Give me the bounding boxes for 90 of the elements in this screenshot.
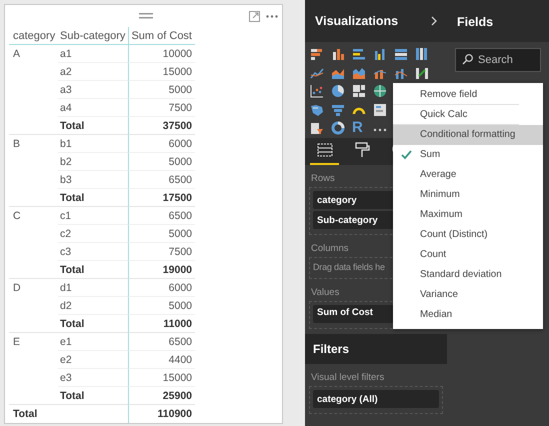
more-options-icon[interactable] — [266, 14, 278, 18]
search-icon — [462, 54, 473, 65]
table-cell: 6000 — [128, 135, 195, 153]
filters-title: Filters — [305, 334, 447, 364]
table-cell: 6500 — [128, 333, 195, 351]
filter-well[interactable]: category (All) — [313, 390, 439, 408]
table-cell-text: Total — [12, 407, 38, 422]
funnel-icon[interactable] — [331, 102, 345, 117]
table-cell: c3 — [58, 243, 128, 261]
table-cell: c1 — [58, 207, 128, 225]
table-cell: Total — [58, 315, 128, 333]
column-chart-icon[interactable] — [373, 47, 387, 62]
table-cell: c2 — [58, 225, 128, 243]
column-header[interactable]: category — [9, 27, 58, 45]
table-cell: b2 — [58, 153, 128, 171]
r-visual-tile[interactable]: R — [352, 121, 363, 136]
table-cell: Total — [58, 117, 128, 135]
table-cell: 19000 — [128, 261, 195, 279]
table-cell: e3 — [58, 369, 128, 387]
section-label: Rows — [311, 173, 335, 184]
slicer-icon[interactable] — [310, 121, 324, 136]
menu-item[interactable]: Variance — [393, 285, 543, 305]
table-cell: e1 — [58, 333, 128, 351]
table-cell: 5000 — [128, 225, 195, 243]
section-label: Values — [311, 286, 340, 298]
pie-chart-icon[interactable] — [331, 84, 345, 98]
table-cell: d2 — [58, 297, 128, 315]
table-cell-text: B — [12, 137, 22, 152]
chevron-right-icon[interactable] — [431, 16, 437, 26]
table-cell: 37500 — [128, 117, 195, 135]
bar-chart-icon[interactable] — [352, 47, 366, 62]
table-cell: 5000 — [128, 297, 195, 315]
section-label: Visual level filters — [311, 372, 384, 382]
column-header[interactable]: Sum of Cost — [128, 27, 195, 45]
menu-item[interactable]: Average — [393, 165, 543, 185]
table-cell: 11000 — [128, 315, 195, 333]
column-chart-icon[interactable] — [415, 47, 429, 62]
table-cell: 10000 — [128, 45, 195, 63]
search-field[interactable]: Search — [455, 48, 541, 72]
table-cell: 6000 — [128, 279, 195, 297]
table-cell: 5000 — [128, 81, 195, 99]
pane-title: Fields — [447, 0, 549, 42]
table-cell: Total — [58, 387, 128, 405]
table-cell: 6500 — [128, 171, 195, 189]
table-cell: 17500 — [128, 189, 195, 207]
table-cell: b3 — [58, 171, 128, 189]
table-cell: 15000 — [128, 63, 195, 81]
table-cell: a2 — [58, 63, 128, 81]
section-label: Columns — [311, 243, 348, 254]
table-cell: a1 — [58, 45, 128, 63]
table-cell-text: D — [12, 281, 22, 296]
table-cell: Total — [58, 261, 128, 279]
table-cell: a3 — [58, 81, 128, 99]
table-cell: 15000 — [128, 369, 195, 387]
menu-item[interactable]: Conditional formatting — [393, 125, 543, 145]
menu-item[interactable]: Remove field — [393, 85, 519, 105]
scatter-chart-icon[interactable] — [310, 84, 324, 98]
table-cell: 5000 — [128, 153, 195, 171]
table-cell: 6500 — [128, 207, 195, 225]
table-cell-text: A — [12, 47, 22, 62]
table-cell: 7500 — [128, 243, 195, 261]
globe-icon[interactable] — [373, 84, 387, 98]
focus-mode-icon[interactable] — [249, 10, 260, 22]
table-cell: 110900 — [128, 405, 195, 423]
table-cell-text: C — [12, 209, 22, 224]
line-chart-icon[interactable] — [310, 66, 324, 80]
menu-item[interactable]: Sum — [393, 145, 543, 165]
table-cell: e2 — [58, 351, 128, 369]
table-cell: a4 — [58, 99, 128, 117]
table-cell: d1 — [58, 279, 128, 297]
table-cell: b1 — [58, 135, 128, 153]
multi-row-card-icon[interactable] — [373, 102, 387, 117]
table-cell: 25900 — [128, 387, 195, 405]
column-header[interactable]: Sub-category — [58, 27, 128, 45]
pane-title: Visualizations — [315, 12, 398, 30]
column-chart-icon[interactable] — [331, 47, 345, 62]
ribbon-chart-icon[interactable] — [415, 66, 429, 80]
drag-handle-icon[interactable] — [139, 13, 153, 19]
stacked-bar-icon[interactable] — [394, 47, 408, 62]
table-cell: 7500 — [128, 99, 195, 117]
table-cell: Total — [58, 189, 128, 207]
table-cell: 4400 — [128, 351, 195, 369]
stacked-bar-icon[interactable] — [310, 47, 324, 62]
donut-chart-icon[interactable] — [331, 121, 345, 136]
treemap-icon[interactable] — [352, 84, 366, 98]
area-chart-icon[interactable] — [352, 66, 366, 80]
table-cell-text: E — [12, 335, 22, 350]
fields-icon — [316, 141, 334, 160]
filled-map-icon[interactable] — [310, 102, 324, 117]
paint-roller-icon — [352, 141, 370, 160]
